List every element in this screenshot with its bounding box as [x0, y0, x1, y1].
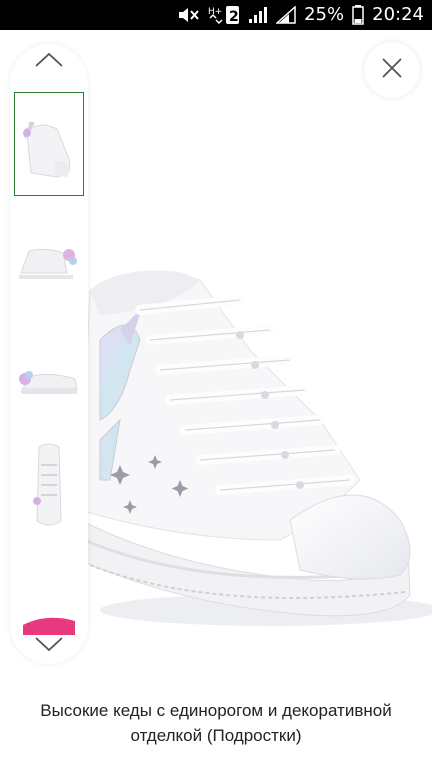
thumbnail-4[interactable] [14, 434, 84, 538]
mute-icon [176, 5, 200, 25]
thumbnails-up-button[interactable] [10, 44, 88, 80]
network-label: H+ [208, 7, 222, 17]
chevron-up-icon [34, 52, 64, 72]
thumbnail-image [19, 248, 77, 279]
thumbnails-down-button[interactable] [10, 628, 88, 664]
thumbnail-rail [10, 44, 88, 664]
close-button[interactable] [364, 42, 420, 98]
close-icon [381, 57, 403, 83]
thumbnail-image [19, 371, 78, 394]
status-bar: H+ 2 25% 20:24 [0, 0, 432, 30]
signal-icon-2 [276, 6, 296, 24]
battery-icon [352, 5, 364, 25]
clock: 20:24 [372, 4, 424, 25]
battery-percent: 25% [304, 4, 345, 25]
main-product-image[interactable] [60, 220, 432, 660]
image-viewer [0, 30, 432, 678]
thumbnail-1[interactable] [14, 92, 84, 196]
sim-slot-label: 2 [229, 9, 239, 25]
thumbnail-2[interactable] [14, 206, 84, 310]
thumbnail-image [33, 443, 62, 526]
chevron-down-icon [34, 636, 64, 656]
network-icon: H+ 2 [208, 4, 240, 26]
product-caption: Высокие кеды с единорогом и декоративной… [0, 678, 432, 768]
product-title: Высокие кеды с единорогом и декоративной… [40, 701, 392, 745]
thumbnail-3[interactable] [14, 320, 84, 424]
thumbnail-image [23, 121, 71, 178]
signal-icon [248, 6, 268, 24]
